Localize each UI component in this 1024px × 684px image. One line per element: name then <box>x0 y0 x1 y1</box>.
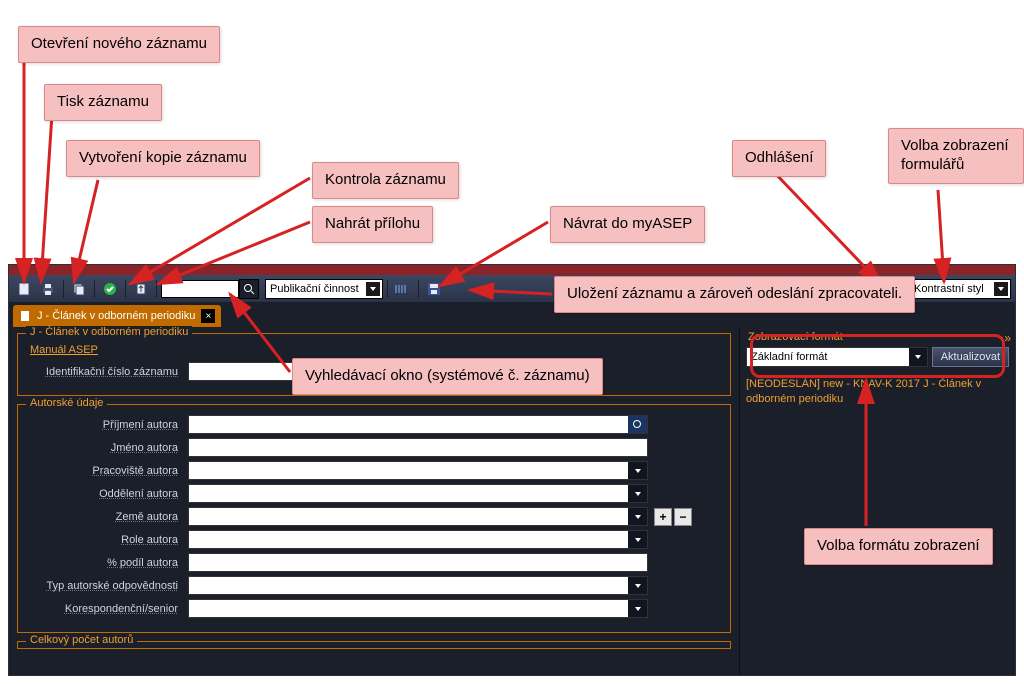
row-surname: Příjmení autora <box>28 415 720 434</box>
callout-new-record: Otevření nového záznamu <box>18 26 220 63</box>
authors-fieldset: Autorské údaje Příjmení autora Jméno aut… <box>17 404 731 633</box>
right-panel: » Zobrazovací formát Základní formát Akt… <box>739 327 1015 675</box>
callout-display-format: Volba formátu zobrazení <box>804 528 993 565</box>
chevron-down-icon[interactable] <box>628 531 647 548</box>
row-dept: Oddělení autora <box>28 484 720 503</box>
copy-icon[interactable] <box>68 279 90 299</box>
upload-attachment-icon[interactable] <box>130 279 152 299</box>
total-authors-fieldset: Celkový počet autorů <box>17 641 731 649</box>
filter-dropdown-label: Publikační činnost <box>270 283 359 295</box>
label-surname: Příjmení autora <box>28 419 188 431</box>
row-resp: Typ autorské odpovědnosti <box>28 576 720 595</box>
chevron-down-icon[interactable] <box>628 577 647 594</box>
add-remove-author: + − <box>654 508 692 526</box>
search-input[interactable] <box>161 280 239 298</box>
chevron-down-icon[interactable] <box>628 600 647 617</box>
input-share[interactable] <box>188 553 648 572</box>
doc-tab[interactable]: J - Článek v odborném periodiku × <box>13 305 221 327</box>
save-send-icon[interactable] <box>423 279 445 299</box>
chevron-down-icon[interactable] <box>628 462 647 479</box>
highlight-format-area <box>750 334 1005 378</box>
authors-legend: Autorské údaje <box>26 397 107 409</box>
label-dept: Oddělení autora <box>28 488 188 500</box>
label-corr: Korespondenční/senior <box>28 603 188 615</box>
row-role: Role autora <box>28 530 720 549</box>
input-country[interactable] <box>188 507 648 526</box>
callout-style: Volba zobrazení formulářů <box>888 128 1024 184</box>
label-id: Identifikační číslo záznamu <box>28 366 188 378</box>
style-dropdown[interactable]: Kontrastní styl <box>909 279 1011 299</box>
check-record-icon[interactable] <box>99 279 121 299</box>
filter-dropdown[interactable]: Publikační činnost <box>265 279 383 299</box>
callout-copy: Vytvoření kopie záznamu <box>66 140 260 177</box>
callout-search-window: Vyhledávací okno (systémové č. záznamu) <box>292 358 603 395</box>
label-firstname: Jméno autora <box>28 442 188 454</box>
remove-author-button[interactable]: − <box>674 508 692 526</box>
input-surname[interactable] <box>188 415 648 434</box>
callout-myasep: Návrat do myASEP <box>550 206 705 243</box>
doc-icon <box>19 310 31 322</box>
search-button[interactable] <box>239 279 259 299</box>
input-dept[interactable] <box>188 484 648 503</box>
row-country: Země autora + − <box>28 507 720 526</box>
label-role: Role autora <box>28 534 188 546</box>
total-authors-legend: Celkový počet autorů <box>26 634 137 646</box>
callout-save-send: Uložení záznamu a zároveň odeslání zprac… <box>554 276 915 313</box>
add-author-button[interactable]: + <box>654 508 672 526</box>
new-record-icon[interactable] <box>13 279 35 299</box>
return-myasep-icon[interactable] <box>392 279 414 299</box>
titlebar <box>9 265 1015 275</box>
chevron-down-icon[interactable] <box>628 485 647 502</box>
input-role[interactable] <box>188 530 648 549</box>
row-workplace: Pracoviště autora <box>28 461 720 480</box>
tab-close-icon[interactable]: × <box>201 309 215 323</box>
label-resp: Typ autorské odpovědnosti <box>28 580 188 592</box>
outer-legend: J - Článek v odborném periodiku <box>26 326 192 338</box>
label-share: % podíl autora <box>28 557 188 569</box>
row-corr: Korespondenční/senior <box>28 599 720 618</box>
input-corr[interactable] <box>188 599 648 618</box>
callout-logout: Odhlášení <box>732 140 826 177</box>
input-resp[interactable] <box>188 576 648 595</box>
record-status-text: [NEODESLÁN] new - KNAV-K 2017 J - Článek… <box>746 377 1009 407</box>
callout-print: Tisk záznamu <box>44 84 162 121</box>
row-firstname: Jméno autora <box>28 438 720 457</box>
app-window: Publikační činnost Knihovna AV ČR - Berá… <box>8 264 1016 676</box>
style-dropdown-label: Kontrastní styl <box>914 283 984 295</box>
label-country: Země autora <box>28 511 188 523</box>
doc-tab-label: J - Článek v odborném periodiku <box>37 310 195 322</box>
chevron-down-icon[interactable] <box>628 508 647 525</box>
print-icon[interactable] <box>37 279 59 299</box>
expand-icon[interactable]: » <box>1004 331 1011 345</box>
manual-link[interactable]: Manuál ASEP <box>30 344 720 356</box>
input-workplace[interactable] <box>188 461 648 480</box>
row-share: % podíl autora <box>28 553 720 572</box>
label-workplace: Pracoviště autora <box>28 465 188 477</box>
callout-check: Kontrola záznamu <box>312 162 459 199</box>
search-slot <box>161 279 259 299</box>
input-firstname[interactable] <box>188 438 648 457</box>
callout-upload: Nahrát přílohu <box>312 206 433 243</box>
surname-lookup-icon[interactable] <box>628 416 647 433</box>
